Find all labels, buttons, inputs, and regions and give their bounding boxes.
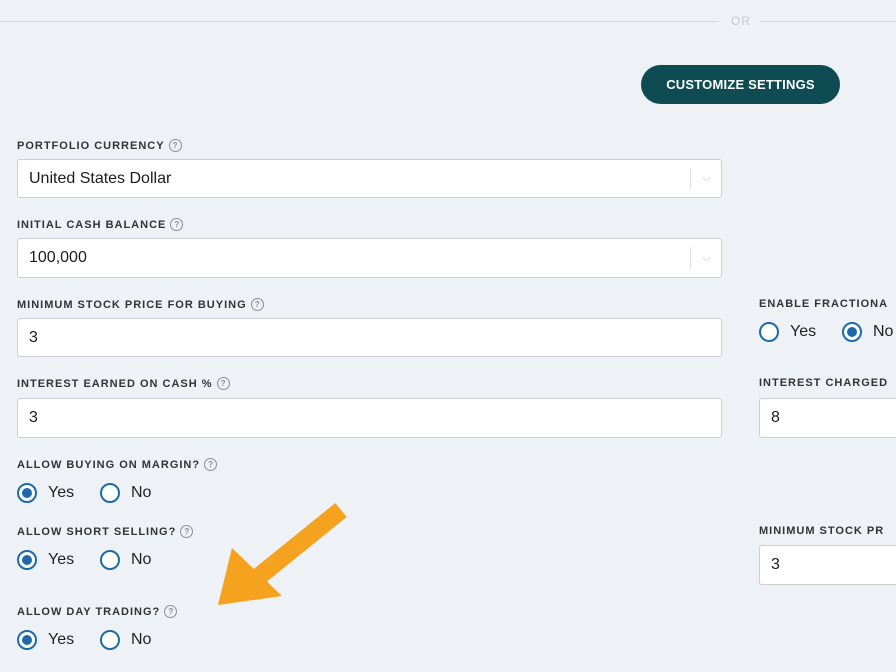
enable-fractional-no-option[interactable]: No — [842, 322, 896, 342]
enable-fractional-yes-radio[interactable] — [759, 322, 779, 342]
allow-short-no-label: No — [131, 551, 152, 568]
portfolio-currency-label-text: PORTFOLIO CURRENCY — [17, 139, 165, 152]
enable-fractional-label: ENABLE FRACTIONA — [759, 298, 888, 310]
allow-day-trading-no-label: No — [131, 631, 152, 648]
orange-arrow-icon — [218, 503, 347, 605]
portfolio-currency-value: United States Dollar — [29, 169, 172, 187]
question-circle-icon[interactable]: ? — [216, 377, 230, 390]
enable-fractional-no-radio[interactable] — [842, 322, 862, 342]
min-stock-price-right-input[interactable]: 3 — [759, 545, 896, 585]
interest-charged-label-text: INTEREST CHARGED — [759, 377, 889, 389]
interest-charged-input[interactable]: 8 — [759, 398, 896, 438]
divider-line-left — [0, 21, 719, 22]
allow-margin-label-text: ALLOW BUYING ON MARGIN? — [17, 458, 201, 471]
question-circle-icon[interactable]: ? — [250, 298, 264, 311]
min-stock-price-right-label-text: MINIMUM STOCK PR — [759, 525, 885, 537]
question-circle-icon[interactable]: ? — [204, 458, 218, 471]
allow-short-label: ALLOW SHORT SELLING? ? — [17, 525, 194, 538]
interest-charged-label: INTEREST CHARGED — [759, 377, 888, 389]
min-stock-price-buy-label: MINIMUM STOCK PRICE FOR BUYING ? — [17, 298, 264, 311]
chevron-down-icon[interactable]: ⌵ — [691, 252, 721, 265]
allow-margin-yes-label: Yes — [48, 484, 75, 501]
allow-day-trading-label: ALLOW DAY TRADING? ? — [17, 605, 178, 618]
allow-day-trading-no-radio[interactable] — [100, 630, 120, 650]
allow-margin-yes-radio[interactable] — [17, 483, 37, 503]
min-stock-price-right-label: MINIMUM STOCK PR — [759, 525, 884, 537]
customize-settings-button[interactable]: CUSTOMIZE SETTINGS — [641, 65, 840, 104]
allow-short-no-radio[interactable] — [100, 550, 120, 570]
min-stock-price-buy-input[interactable]: 3 — [17, 318, 722, 357]
allow-day-trading-yes-radio[interactable] — [17, 630, 37, 650]
enable-fractional-no-label: No — [873, 323, 894, 340]
allow-short-yes-label: Yes — [48, 551, 75, 568]
allow-day-trading-yes-label: Yes — [48, 631, 75, 648]
interest-earned-label-text: INTEREST EARNED ON CASH % — [17, 377, 213, 390]
question-circle-icon[interactable]: ? — [164, 605, 178, 618]
initial-cash-label-text: INITIAL CASH BALANCE — [17, 218, 167, 231]
interest-earned-input[interactable]: 3 — [17, 398, 722, 438]
allow-short-label-text: ALLOW SHORT SELLING? — [17, 525, 177, 538]
chevron-down-icon[interactable]: ⌵ — [691, 172, 721, 185]
allow-margin-yes-option[interactable]: Yes — [17, 483, 74, 503]
allow-margin-label: ALLOW BUYING ON MARGIN? ? — [17, 458, 218, 471]
allow-margin-no-label: No — [131, 484, 152, 501]
min-stock-price-right-value: 3 — [771, 556, 780, 573]
allow-day-trading-no-option[interactable]: No — [100, 630, 151, 650]
question-circle-icon[interactable]: ? — [170, 218, 184, 231]
allow-margin-no-radio[interactable] — [100, 483, 120, 503]
portfolio-currency-select[interactable]: United States Dollar ⌵ — [17, 159, 722, 198]
question-circle-icon[interactable]: ? — [168, 139, 182, 152]
portfolio-currency-label: PORTFOLIO CURRENCY ? — [17, 139, 182, 152]
allow-day-trading-yes-option[interactable]: Yes — [17, 630, 74, 650]
enable-fractional-yes-label: Yes — [790, 323, 817, 340]
or-divider-label: OR — [731, 14, 751, 28]
allow-margin-no-option[interactable]: No — [100, 483, 151, 503]
initial-cash-value: 100,000 — [29, 249, 87, 266]
allow-short-yes-option[interactable]: Yes — [17, 550, 74, 570]
interest-earned-label: INTEREST EARNED ON CASH % ? — [17, 377, 230, 390]
interest-earned-value: 3 — [29, 409, 38, 426]
min-stock-price-buy-value: 3 — [29, 328, 38, 346]
allow-day-trading-label-text: ALLOW DAY TRADING? — [17, 605, 161, 618]
initial-cash-label: INITIAL CASH BALANCE ? — [17, 218, 184, 231]
initial-cash-select[interactable]: 100,000 ⌵ — [17, 238, 722, 278]
allow-short-no-option[interactable]: No — [100, 550, 151, 570]
min-stock-price-buy-label-text: MINIMUM STOCK PRICE FOR BUYING — [17, 298, 247, 311]
enable-fractional-label-text: ENABLE FRACTIONA — [759, 298, 889, 310]
question-circle-icon[interactable]: ? — [180, 525, 194, 538]
interest-charged-value: 8 — [771, 409, 780, 426]
divider-line-right — [760, 21, 896, 22]
allow-short-yes-radio[interactable] — [17, 550, 37, 570]
enable-fractional-yes-option[interactable]: Yes — [759, 322, 816, 342]
